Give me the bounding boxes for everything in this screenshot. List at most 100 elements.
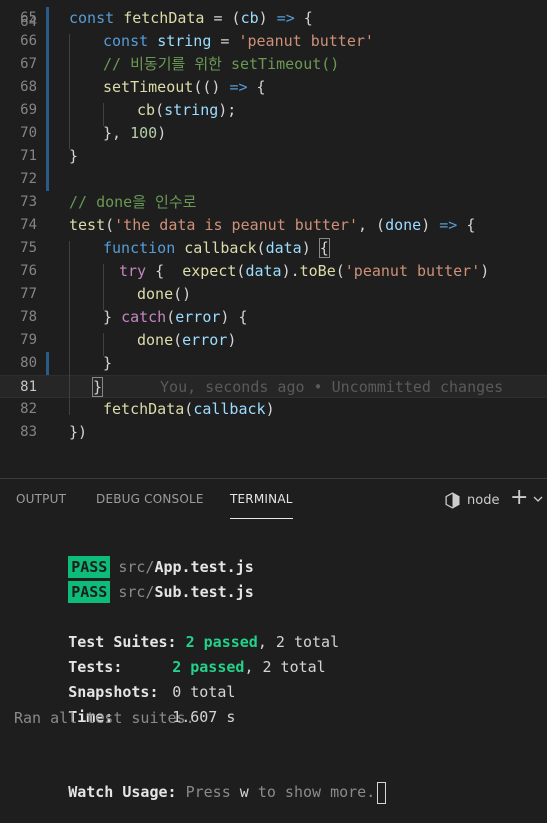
code-line[interactable]: 82 fetchData(callback) [0, 398, 547, 421]
code-token: done [385, 216, 422, 234]
code-line[interactable]: 79 done(error) [0, 329, 547, 352]
chevron-down-icon[interactable] [532, 493, 544, 505]
shell-label: node [467, 492, 500, 508]
code-token: error [175, 308, 221, 326]
line-number: 70 [20, 125, 37, 141]
code-token: }, [103, 124, 131, 142]
pass-badge: PASS [68, 581, 111, 603]
code-line[interactable]: 73 // done을 인수로 [0, 191, 547, 214]
line-number: 66 [20, 33, 37, 49]
code-token: ) [265, 400, 275, 418]
indent-guide [69, 241, 70, 415]
git-change-marker [46, 30, 49, 53]
git-change-marker [46, 145, 49, 168]
code-token: setTimeout [103, 78, 194, 96]
line-number: 78 [20, 309, 37, 325]
code-token: ) [480, 262, 490, 280]
code-text: const fetchData = (cb) => { [69, 7, 313, 30]
summary-tests: Tests: 2 passed, 2 total [68, 658, 326, 676]
tab-output[interactable]: OUTPUT [16, 492, 66, 506]
code-token: done [137, 285, 174, 303]
watch-usage: Watch Usage: Press w to show more. [14, 756, 387, 804]
line-number: 77 [20, 286, 37, 302]
indent-guide [103, 264, 104, 310]
code-token: const [69, 9, 124, 27]
code-line[interactable]: 68 setTimeout(() => { [0, 76, 547, 99]
code-line[interactable]: 65 const fetchData = (cb) => { [0, 7, 547, 30]
code-token: fetchData [103, 400, 185, 418]
code-line[interactable]: 80} [0, 352, 547, 375]
code-line[interactable]: 77 done() [0, 283, 547, 306]
code-token: callback [193, 400, 266, 418]
code-token: ( [173, 331, 183, 349]
code-token: } [91, 377, 104, 397]
summary-snapshots: Snapshots: 0 total [68, 683, 236, 701]
code-token: { [247, 78, 266, 96]
code-text: } [103, 352, 112, 375]
code-line[interactable]: 69 cb(string); [0, 99, 547, 122]
code-token: fetchData [123, 9, 205, 27]
code-line[interactable]: 75 function callback(data) { [0, 237, 547, 260]
code-line[interactable]: 70}, 100) [0, 122, 547, 145]
code-text: } You, seconds ago • Uncommitted changes [91, 376, 504, 399]
git-change-marker [46, 168, 49, 191]
line-number: 75 [20, 240, 37, 256]
code-line[interactable]: 81} You, seconds ago • Uncommitted change… [0, 375, 547, 398]
code-text: fetchData(callback) [103, 398, 275, 421]
line-number: 72 [20, 171, 37, 187]
line-number: 76 [20, 263, 37, 279]
code-token: data [245, 262, 282, 280]
code-token: ( [335, 262, 345, 280]
code-line[interactable]: 74 test('the data is peanut butter', (don… [0, 214, 547, 237]
ran-all-text: Ran all test suites. [14, 709, 195, 727]
code-token: ( [184, 400, 194, 418]
code-line[interactable]: 66 const string = 'peanut butter' [0, 30, 547, 53]
code-token: toBe [299, 262, 336, 280]
code-line[interactable]: 71} [0, 145, 547, 168]
code-token: }) [69, 423, 88, 441]
code-text: function callback(data) { [103, 237, 330, 260]
indent-guide [103, 103, 104, 126]
code-line[interactable]: 78} catch(error) { [0, 306, 547, 329]
test-result-row: PASS src/Sub.test.js [14, 556, 254, 603]
bottom-panel: OUTPUT DEBUG CONSOLE TERMINAL node + PAS… [0, 478, 547, 823]
line-number: 67 [20, 56, 37, 72]
code-text: setTimeout(() => { [103, 76, 266, 99]
line-number: 73 [20, 194, 37, 210]
code-line[interactable]: 67 // 비동기를 위한 setTimeout() [0, 53, 547, 76]
code-token: // done을 인수로 [69, 193, 197, 211]
code-line[interactable]: 72 [0, 168, 547, 191]
tab-debug-console[interactable]: DEBUG CONSOLE [96, 492, 204, 506]
code-text: test('the data is peanut butter', (done)… [69, 214, 475, 237]
code-text: const string = 'peanut butter' [103, 30, 374, 53]
code-token: ) [258, 9, 277, 27]
code-token: error [182, 331, 228, 349]
git-change-marker [46, 99, 49, 122]
code-text: }) [69, 421, 87, 444]
code-text: done(error) [137, 329, 236, 352]
code-token: ) [227, 331, 237, 349]
test-file: Sub.test.js [154, 583, 254, 601]
plus-icon[interactable]: + [510, 486, 528, 510]
code-token: , ( [358, 216, 386, 234]
line-number: 80 [20, 355, 37, 371]
code-token: expect [182, 262, 237, 280]
code-line[interactable]: 83}) [0, 421, 547, 444]
line-number: 82 [20, 401, 37, 417]
code-token: catch [121, 308, 167, 326]
tab-terminal[interactable]: TERMINAL [230, 492, 293, 519]
terminal-cursor [377, 781, 387, 804]
code-token: ( [105, 216, 115, 234]
code-line[interactable]: 76 try { expect(data).toBe('peanut butter… [0, 260, 547, 283]
line-number: 69 [20, 102, 37, 118]
git-blame-annotation: You, seconds ago • Uncommitted changes [160, 378, 504, 396]
line-number: 65 [20, 10, 37, 26]
code-token: try [119, 262, 147, 280]
code-token: ( [166, 308, 176, 326]
code-editor[interactable]: 64 65 const fetchData = (cb) => {66 const … [0, 0, 547, 478]
code-token: function [103, 239, 185, 257]
panel-tabs: OUTPUT DEBUG CONSOLE TERMINAL node + [0, 479, 547, 521]
terminal-shell-selector[interactable]: node [444, 489, 499, 511]
code-token: ( [256, 239, 266, 257]
code-token: ) [157, 124, 167, 142]
